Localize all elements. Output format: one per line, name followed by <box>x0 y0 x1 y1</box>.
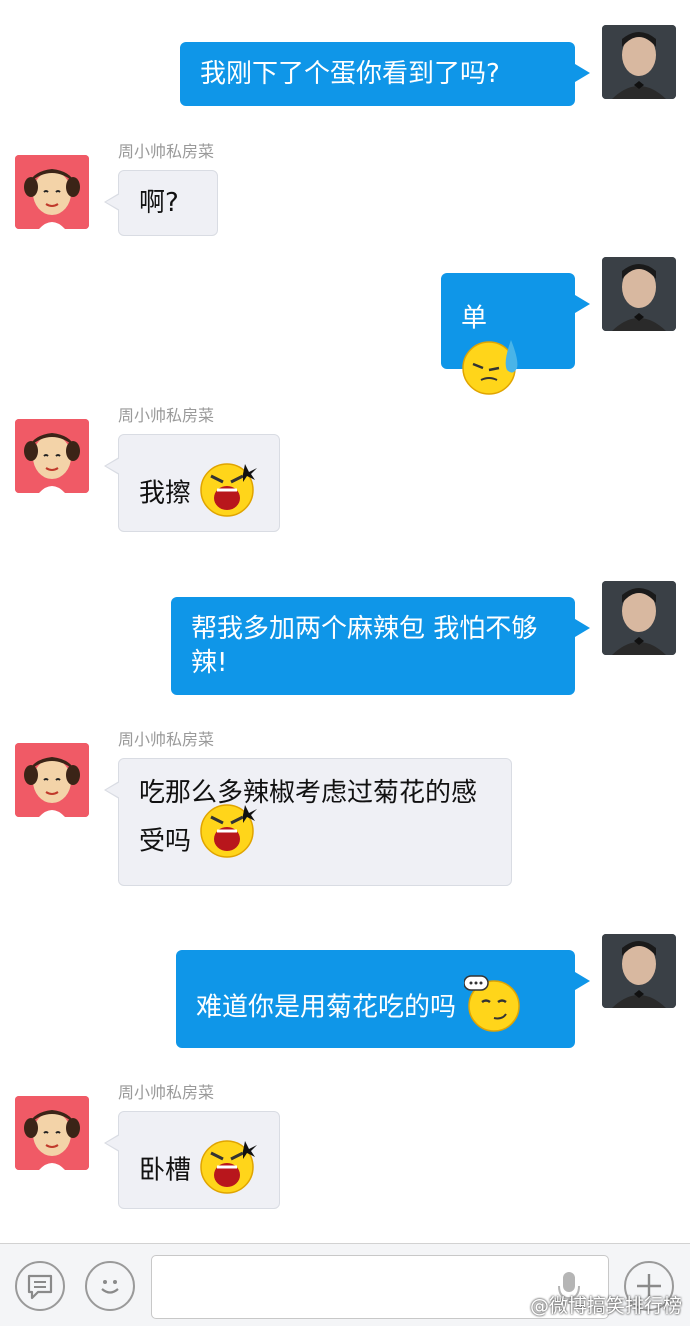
message-bubble-outgoing[interactable]: 帮我多加两个麻辣包 我怕不够辣! <box>171 597 590 695</box>
contact-avatar[interactable] <box>15 1096 89 1170</box>
message-text: 帮我多加两个麻辣包 我怕不够辣! <box>191 614 538 678</box>
message-bubble-outgoing[interactable]: 单 <box>441 273 590 395</box>
sweat-face-emoji <box>461 336 523 407</box>
angry-shout-emoji <box>199 1137 258 1204</box>
contact-avatar[interactable] <box>15 155 89 229</box>
angry-shout-emoji <box>199 801 258 871</box>
message-text: 我擦 <box>139 478 192 509</box>
message-bubble-incoming[interactable]: 啊? <box>104 170 218 236</box>
my-avatar[interactable] <box>602 25 676 99</box>
message-bubble-incoming[interactable]: 我擦 <box>104 434 280 532</box>
message-text: 单 <box>461 303 488 334</box>
my-avatar[interactable] <box>602 257 676 331</box>
my-avatar[interactable] <box>602 934 676 1008</box>
message-text: 卧槽 <box>139 1155 192 1186</box>
message-bubble-outgoing[interactable]: 我刚下了个蛋你看到了吗? <box>180 42 590 106</box>
speechless-face-emoji <box>463 974 524 1041</box>
contact-avatar[interactable] <box>15 419 89 493</box>
sender-name: 周小帅私房菜 <box>118 1083 215 1102</box>
sender-name: 周小帅私房菜 <box>118 730 215 749</box>
message-list-icon <box>27 1274 53 1300</box>
emoji-button[interactable] <box>85 1261 135 1311</box>
message-text: 难道你是用菊花吃的吗 <box>196 992 457 1023</box>
angry-shout-emoji <box>199 460 258 527</box>
message-list-button[interactable] <box>15 1261 65 1311</box>
message-text: 吃那么多辣椒考虑过菊花的感受吗 <box>139 778 478 857</box>
my-avatar[interactable] <box>602 581 676 655</box>
watermark: @微博搞笑排行榜 <box>529 1295 682 1317</box>
message-text: 啊? <box>139 188 179 218</box>
message-bubble-outgoing[interactable]: 难道你是用菊花吃的吗 <box>176 950 590 1048</box>
message-text: 我刚下了个蛋你看到了吗? <box>200 59 500 89</box>
message-bubble-incoming[interactable]: 卧槽 <box>104 1111 280 1209</box>
message-bubble-incoming[interactable]: 吃那么多辣椒考虑过菊花的感受吗 <box>104 758 512 886</box>
contact-avatar[interactable] <box>15 743 89 817</box>
smiley-icon <box>101 1280 119 1294</box>
sender-name: 周小帅私房菜 <box>118 142 215 161</box>
sender-name: 周小帅私房菜 <box>118 406 215 425</box>
